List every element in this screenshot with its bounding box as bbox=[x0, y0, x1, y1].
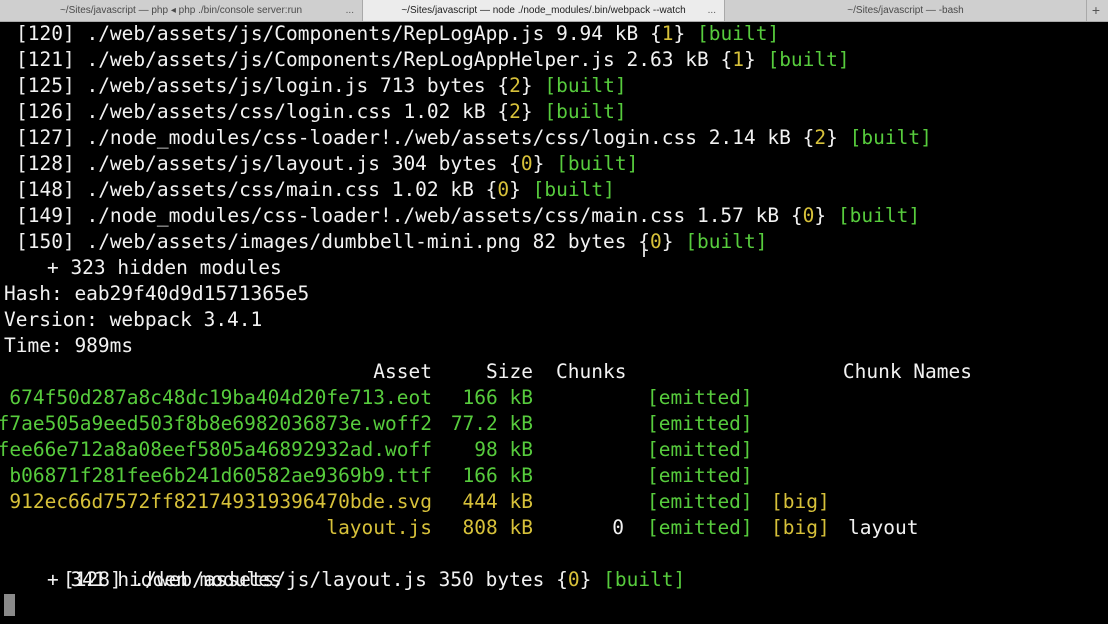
terminal-output[interactable]: [120] ./web/assets/js/Components/RepLogA… bbox=[0, 21, 1108, 624]
size-column-header: Size bbox=[486, 360, 533, 383]
asset-chunk-name: layout bbox=[848, 516, 919, 539]
asset-emitted: [emitted] bbox=[647, 412, 753, 435]
asset-big: [big] bbox=[771, 516, 830, 539]
tab-bash[interactable]: ~/Sites/javascript — -bash bbox=[725, 0, 1087, 21]
asset-emitted: [emitted] bbox=[647, 464, 753, 487]
asset-emitted: [emitted] bbox=[647, 490, 753, 513]
asset-big: [big] bbox=[771, 490, 830, 513]
chunks-column-header: Chunks bbox=[556, 360, 627, 383]
hash-line: Hash: eab29f40d9d1571365e5 bbox=[4, 282, 310, 305]
asset-name: fee66e712a8a08eef5805a46892932ad.woff bbox=[0, 438, 432, 461]
asset-name: 674f50d287a8c48dc19ba404d20fe713.eot bbox=[9, 386, 432, 409]
tab-label: ~/Sites/javascript — -bash bbox=[847, 5, 964, 16]
tab-more-icon[interactable]: ... bbox=[708, 0, 716, 21]
tab-label: ~/Sites/javascript — php ◂ php ./bin/con… bbox=[59, 5, 303, 16]
module-line: [149] ./node_modules/css-loader!./web/as… bbox=[16, 204, 921, 227]
asset-size: 444 kB bbox=[462, 490, 533, 513]
module-line: [125] ./web/assets/js/login.js 713 bytes… bbox=[16, 74, 627, 97]
module-line: [128] ./web/assets/js/layout.js 350 byte… bbox=[62, 568, 686, 591]
asset-emitted: [emitted] bbox=[647, 386, 753, 409]
chunk-names-column-header: Chunk Names bbox=[842, 360, 972, 383]
tab-label: ~/Sites/javascript — node ./node_modules… bbox=[401, 5, 686, 16]
module-line: [120] ./web/assets/js/Components/RepLogA… bbox=[16, 22, 780, 45]
time-line: Time: 989ms bbox=[4, 334, 134, 357]
asset-name: 912ec66d7572ff821749319396470bde.svg bbox=[9, 490, 432, 513]
asset-name: b06871f281fee6b241d60582ae9369b9.ttf bbox=[9, 464, 432, 487]
asset-emitted: [emitted] bbox=[647, 516, 753, 539]
module-line: [150] ./web/assets/images/dumbbell-mini.… bbox=[16, 230, 768, 253]
hidden-modules-line: + 341 hidden modules bbox=[0, 568, 282, 591]
asset-emitted: [emitted] bbox=[647, 438, 753, 461]
tab-more-icon[interactable]: ... bbox=[346, 0, 354, 21]
module-line: [148] ./web/assets/css/main.css 1.02 kB … bbox=[16, 178, 615, 201]
asset-size: 166 kB bbox=[462, 464, 533, 487]
asset-column-header: Asset bbox=[373, 360, 432, 383]
hidden-modules-line: + 323 hidden modules bbox=[0, 256, 282, 279]
asset-chunk: 0 bbox=[612, 516, 624, 539]
terminal-cursor bbox=[4, 594, 15, 616]
asset-name: layout.js bbox=[326, 516, 432, 539]
asset-size: 166 kB bbox=[462, 386, 533, 409]
module-line: [121] ./web/assets/js/Components/RepLogA… bbox=[16, 48, 850, 71]
version-line: Version: webpack 3.4.1 bbox=[4, 308, 263, 331]
tab-bar: ~/Sites/javascript — php ◂ php ./bin/con… bbox=[0, 0, 1108, 22]
tab-php-server[interactable]: ~/Sites/javascript — php ◂ php ./bin/con… bbox=[0, 0, 363, 21]
module-line: [128] ./web/assets/js/layout.js 304 byte… bbox=[16, 152, 639, 175]
new-tab-icon[interactable]: + bbox=[1092, 0, 1100, 21]
text-cursor-icon bbox=[643, 243, 645, 257]
module-line: [127] ./node_modules/css-loader!./web/as… bbox=[16, 126, 932, 149]
module-line: [126] ./web/assets/css/login.css 1.02 kB… bbox=[16, 100, 627, 123]
asset-name: af7ae505a9eed503f8b8e6982036873e.woff2 bbox=[0, 412, 432, 435]
asset-size: 98 kB bbox=[474, 438, 533, 461]
asset-size: 808 kB bbox=[462, 516, 533, 539]
asset-size: 77.2 kB bbox=[450, 412, 533, 435]
tab-webpack-watch[interactable]: ~/Sites/javascript — node ./node_modules… bbox=[363, 0, 725, 21]
